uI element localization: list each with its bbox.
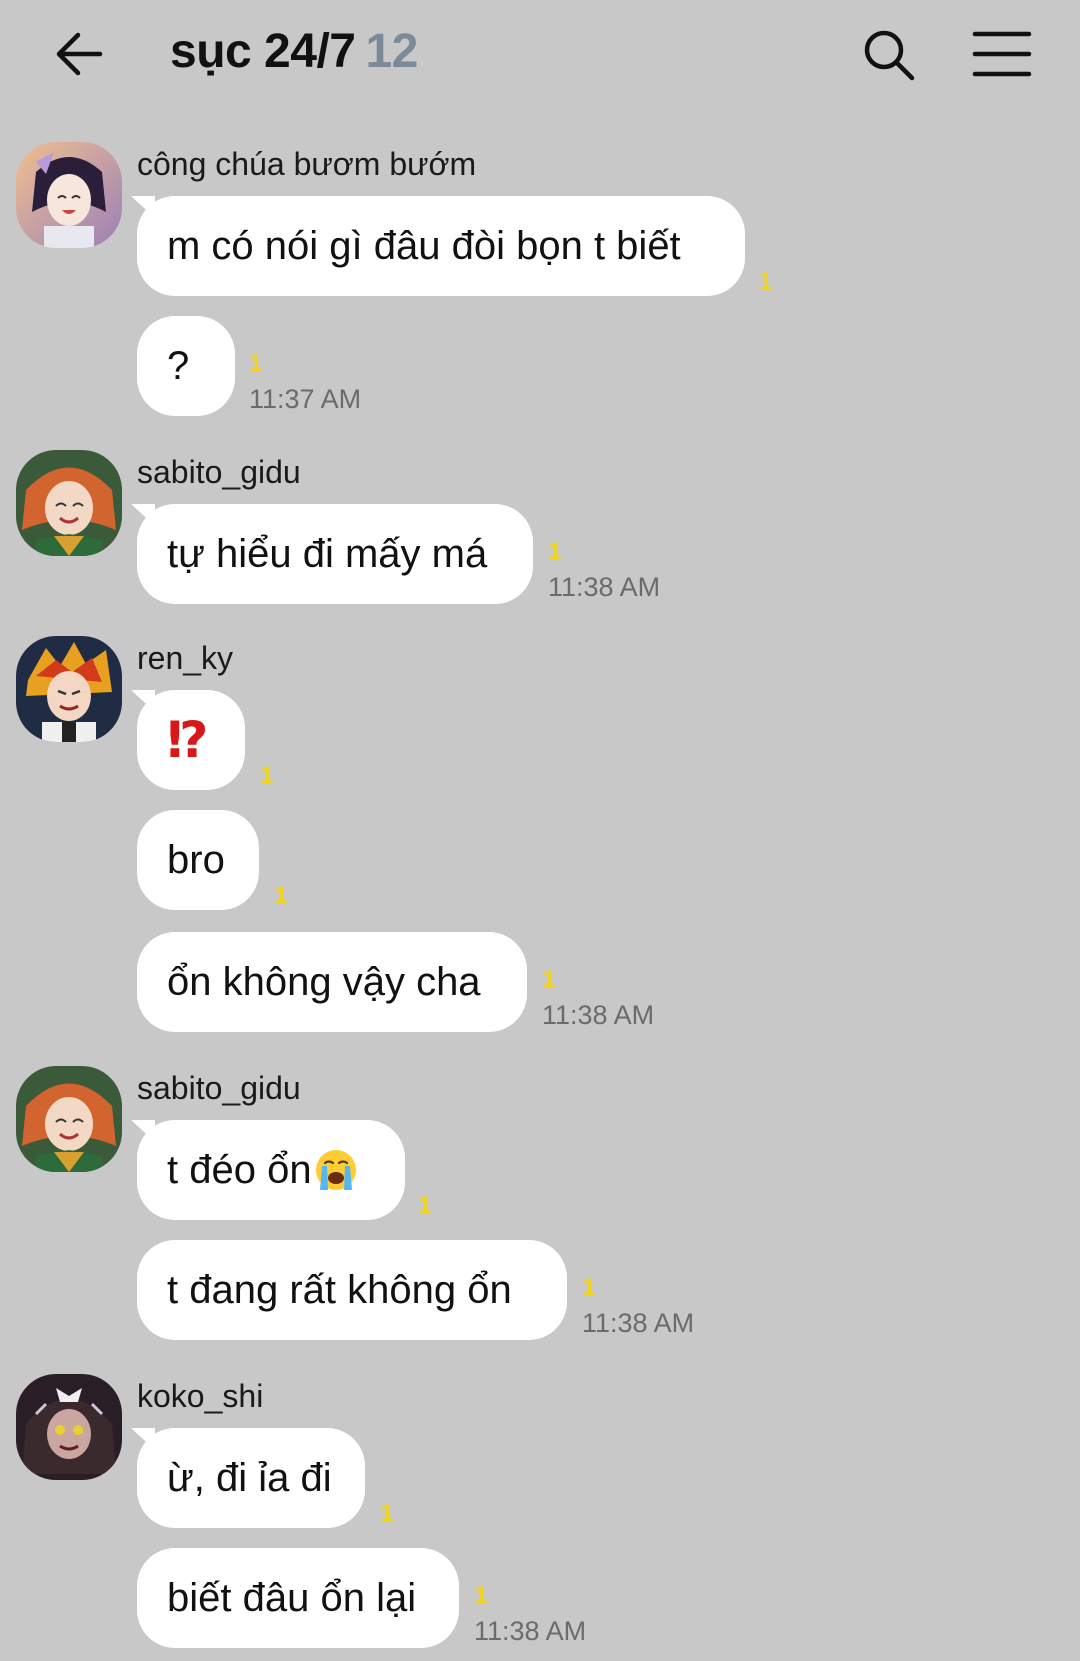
sender-avatar-image [16,636,122,742]
message-bubble[interactable]: t đang rất không ổn [137,1240,567,1340]
loudly-crying-face-icon [315,1150,356,1190]
unread-count: 1 [759,268,773,295]
message-bubble[interactable]: ổn không vậy cha [137,932,527,1032]
back-button[interactable] [52,26,108,82]
unread-count: 1 [260,762,274,789]
member-count: 12 [365,25,418,78]
sender-name: ren_ky [137,640,234,676]
sender-avatar-image [16,142,122,248]
unread-count: 1 [380,1500,394,1527]
chat-header: sục 24/7 12 [0,0,1080,110]
sender-name: sabito_gidu [137,1070,301,1106]
message-text: bro [167,837,225,882]
unread-count: 1 [542,966,556,993]
group-name: sục 24/7 [170,25,356,78]
avatar[interactable] [16,450,122,556]
message-timestamp: 11:38 AM [548,572,661,602]
avatar[interactable] [16,1066,122,1172]
message-text: biết đâu ổn lại [167,1575,417,1620]
sender-avatar-image [16,1374,122,1480]
message-text: m có nói gì đâu đòi bọn t biết [167,223,681,268]
menu-button[interactable] [972,30,1032,78]
message-text: ừ, đi ỉa đi [167,1455,332,1500]
message-text: ⁉ [167,712,208,768]
sender-avatar-image [16,450,122,556]
unread-count: 1 [274,882,288,909]
hamburger-menu-icon [972,31,1032,77]
search-button[interactable] [860,26,918,84]
sender-name: koko_shi [137,1378,264,1414]
sender-name: sabito_gidu [137,454,301,490]
avatar[interactable] [16,1374,122,1480]
message-bubble[interactable]: ừ, đi ỉa đi [137,1428,365,1528]
sender-avatar-image [16,1066,122,1172]
message-bubble[interactable]: tự hiểu đi mấy má [137,504,533,604]
chat-title: sục 24/7 12 [170,24,418,79]
unread-count: 1 [249,350,263,377]
message-bubble[interactable]: bro [137,810,259,910]
unread-count: 1 [582,1274,596,1301]
message-bubble[interactable]: m có nói gì đâu đòi bọn t biết [137,196,745,296]
unread-count: 1 [474,1582,488,1609]
message-bubble[interactable]: ? [137,316,235,416]
avatar[interactable] [16,142,122,248]
message-text: t đang rất không ổn [167,1267,512,1312]
message-text: ? [167,343,190,388]
message-timestamp: 11:38 AM [474,1616,587,1646]
search-icon [864,30,915,81]
unread-count: 1 [418,1192,432,1219]
message-timestamp: 11:38 AM [542,1000,655,1030]
message-bubble[interactable]: ⁉ [137,690,245,790]
message-timestamp: 11:37 AM [249,384,362,414]
avatar[interactable] [16,636,122,742]
unread-count: 1 [548,538,562,565]
message-text: tự hiểu đi mấy má [167,531,488,576]
message-bubble[interactable]: biết đâu ổn lại [137,1548,459,1648]
message-text: ổn không vậy cha [167,959,481,1004]
message-bubble[interactable]: t đéo ổn [137,1120,405,1220]
sender-name: công chúa bươm bướm [137,146,477,182]
message-text: t đéo ổn [167,1147,312,1192]
message-timestamp: 11:38 AM [582,1308,695,1338]
arrow-left-icon [56,32,103,76]
